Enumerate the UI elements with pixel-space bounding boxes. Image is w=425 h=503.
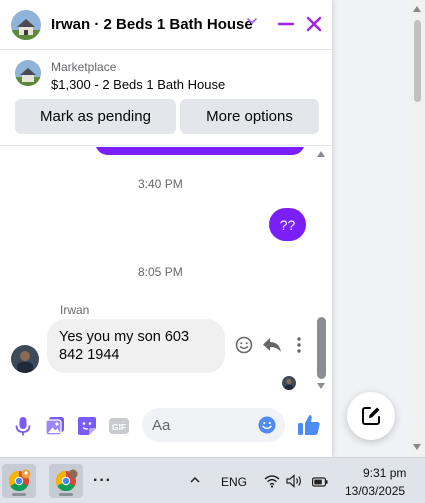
outgoing-message-bubble[interactable]: ?? [269, 208, 306, 241]
page-scrollbar[interactable] [410, 0, 425, 457]
active-indicator [12, 493, 26, 496]
active-indicator [59, 493, 73, 496]
message-thread[interactable]: 3:40 PM ?? 8:05 PM Irwan Yes you my son … [0, 147, 332, 395]
scroll-up-arrow[interactable] [413, 6, 421, 12]
outgoing-message-bubble[interactable] [95, 147, 305, 155]
more-options-button[interactable]: More options [180, 99, 319, 134]
gif-label: GIF [112, 422, 126, 432]
scroll-up-arrow[interactable] [317, 151, 325, 157]
sender-avatar[interactable] [11, 345, 39, 373]
new-message-button[interactable] [347, 392, 395, 440]
marketplace-listing: Marketplace $1,300 - 2 Beds 1 Bath House… [0, 50, 332, 146]
message-composer: GIF [0, 398, 332, 457]
more-icon[interactable] [292, 336, 306, 354]
mark-as-pending-button[interactable]: Mark as pending [15, 99, 176, 134]
gif-icon[interactable]: GIF [108, 415, 130, 437]
listing-thumbnail[interactable] [15, 60, 41, 86]
message-timestamp: 3:40 PM [138, 177, 183, 191]
scroll-down-arrow[interactable] [413, 444, 421, 450]
chat-window: Irwan · 2 Beds 1 Bath House Marketplace … [0, 0, 332, 457]
contact-avatar[interactable] [11, 10, 41, 40]
language-indicator[interactable]: ENG [221, 475, 247, 489]
minimize-button[interactable] [274, 12, 298, 36]
scroll-down-arrow[interactable] [317, 383, 325, 389]
clock-time[interactable]: 9:31 pm [363, 466, 406, 480]
compose-icon [362, 407, 380, 425]
sticker-icon[interactable] [76, 415, 98, 437]
clock-date[interactable]: 13/03/2025 [345, 484, 405, 498]
taskbar: ··· ENG 9:31 pm 13/03/2025 [0, 457, 425, 503]
chevron-up-icon[interactable] [188, 473, 202, 487]
taskbar-chrome-profile-2[interactable] [49, 464, 83, 498]
listing-title[interactable]: $1,300 - 2 Beds 1 Bath House [51, 77, 225, 92]
reply-icon[interactable] [262, 336, 282, 354]
like-icon[interactable] [296, 412, 322, 438]
taskbar-overflow-button[interactable]: ··· [93, 472, 112, 490]
page-scroll-thumb[interactable] [414, 20, 421, 102]
sender-name: Irwan [60, 303, 90, 317]
react-icon[interactable] [235, 336, 253, 354]
seen-receipt-avatar [282, 376, 296, 390]
photo-icon[interactable] [44, 415, 66, 437]
battery-icon[interactable] [312, 475, 328, 487]
chat-scrollbar[interactable] [316, 147, 328, 395]
chat-title[interactable]: Irwan · 2 Beds 1 Bath House [51, 16, 253, 33]
taskbar-chrome-profile-1[interactable] [2, 464, 36, 498]
listing-source-label: Marketplace [51, 60, 117, 74]
wifi-icon[interactable] [264, 474, 280, 488]
emoji-icon[interactable] [258, 416, 276, 434]
close-icon[interactable] [302, 12, 326, 36]
mic-icon[interactable] [12, 415, 34, 437]
incoming-message-bubble[interactable]: Yes you my son 603 842 1944 [47, 319, 225, 373]
message-timestamp: 8:05 PM [138, 265, 183, 279]
chat-header: Irwan · 2 Beds 1 Bath House [0, 0, 332, 50]
chat-scroll-thumb[interactable] [317, 317, 326, 379]
volume-icon[interactable] [286, 474, 304, 488]
chevron-down-icon[interactable] [244, 13, 260, 29]
